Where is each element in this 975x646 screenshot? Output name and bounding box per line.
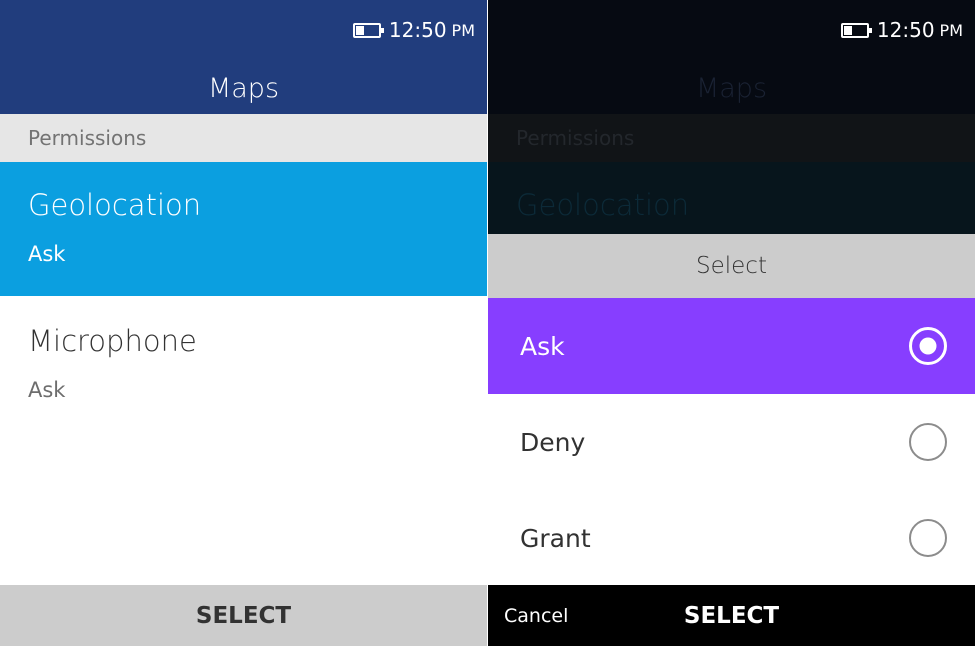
clock-time: 12:50 <box>876 18 935 42</box>
softkey-bar: SELECT <box>0 585 487 646</box>
radio-unselected-icon[interactable] <box>909 423 947 461</box>
dialog-title: Select <box>488 234 975 298</box>
page-title: Maps <box>0 62 487 114</box>
option-label: Deny <box>520 427 586 457</box>
permission-item-geolocation[interactable]: Geolocation Ask <box>0 162 487 296</box>
status-right: 12:50 PM <box>352 18 475 42</box>
clock-time: 12:50 <box>388 18 447 42</box>
permission-value: Ask <box>28 242 66 266</box>
battery-icon <box>840 22 872 38</box>
permission-item-dimmed: Geolocation <box>488 162 975 234</box>
option-ask[interactable]: Ask <box>488 298 975 394</box>
softkey-select[interactable]: SELECT <box>684 603 779 629</box>
option-grant[interactable]: Grant <box>488 490 975 586</box>
option-label: Ask <box>520 331 565 361</box>
radio-selected-icon[interactable] <box>909 327 947 365</box>
permission-title-dimmed: Geolocation <box>516 188 690 222</box>
clock-ampm: PM <box>939 20 963 40</box>
status-bar: 12:50 PM <box>488 0 975 62</box>
page-title-dimmed: Maps <box>488 62 975 114</box>
permission-item-microphone[interactable]: Microphone Ask <box>0 298 487 432</box>
softkey-select[interactable]: SELECT <box>196 603 291 629</box>
clock-ampm: PM <box>451 20 475 40</box>
permission-value: Ask <box>28 378 66 402</box>
radio-unselected-icon[interactable] <box>909 519 947 557</box>
status-bar: 12:50 PM <box>0 0 487 62</box>
select-dialog-screen: 12:50 PM Maps Permissions Geolocation Se… <box>488 0 975 646</box>
option-deny[interactable]: Deny <box>488 394 975 490</box>
status-right: 12:50 PM <box>840 18 963 42</box>
softkey-bar: Cancel SELECT <box>488 585 975 646</box>
permission-title: Microphone <box>28 324 197 358</box>
app-permissions-screen: 12:50 PM Maps Permissions Geolocation As… <box>0 0 487 646</box>
option-label: Grant <box>520 523 591 553</box>
section-header-dimmed: Permissions <box>488 114 975 162</box>
permission-title: Geolocation <box>28 188 202 222</box>
battery-icon <box>352 22 384 38</box>
softkey-cancel[interactable]: Cancel <box>504 605 568 627</box>
section-header-permissions: Permissions <box>0 114 487 162</box>
